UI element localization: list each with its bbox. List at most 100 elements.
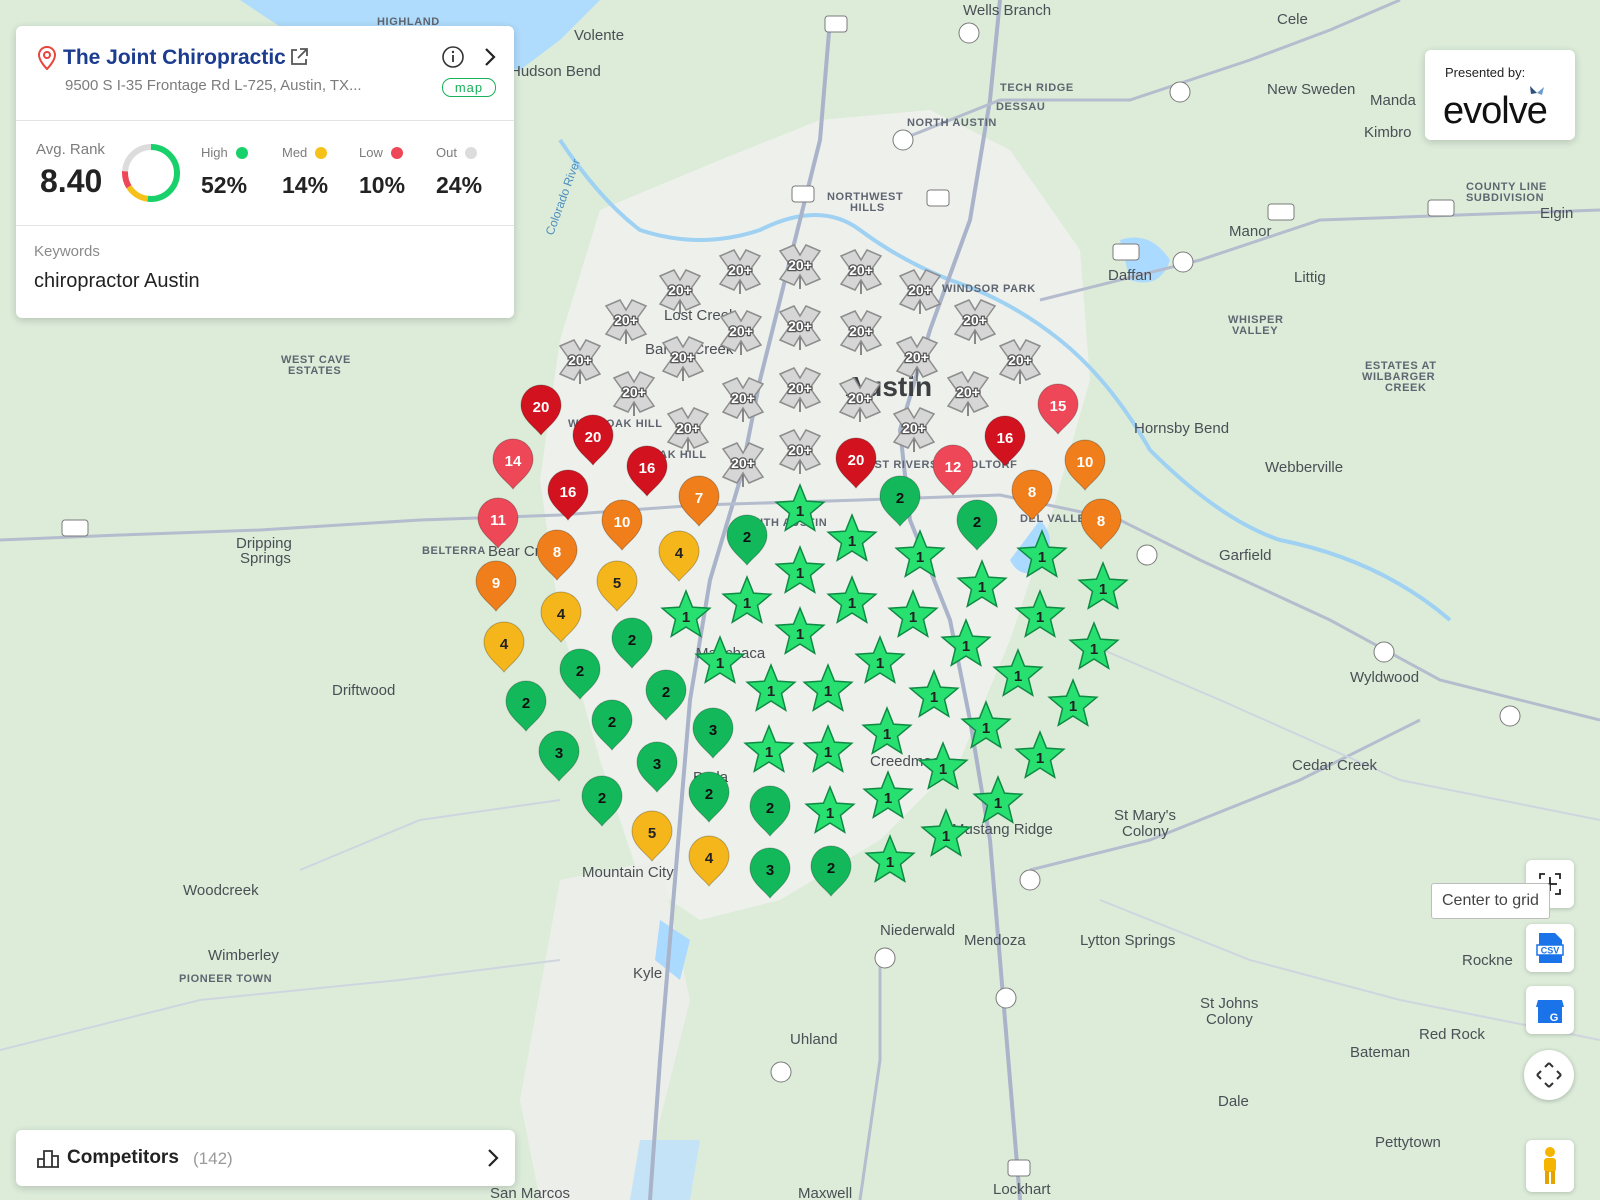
external-link-icon[interactable] xyxy=(288,46,310,68)
rank-pin-label: 1 xyxy=(909,609,917,626)
rank-pin-label: 1 xyxy=(883,726,891,743)
map-place-label: TECH RIDGE xyxy=(1000,82,1074,94)
stat-low-label: Low xyxy=(359,145,383,160)
stat-low-value: 10% xyxy=(359,172,406,198)
rank-pin-label: 2 xyxy=(662,684,670,701)
rank-pin-label: 1 xyxy=(682,609,690,626)
rank-pin-label: 2 xyxy=(827,860,835,877)
map-badge[interactable]: map xyxy=(442,78,496,97)
csv-export-button[interactable]: CSV xyxy=(1526,924,1574,972)
rank-stats: Avg. Rank 8.40 High 52% Med 14% Low 10% … xyxy=(16,121,514,226)
stat-med-label: Med xyxy=(282,145,308,160)
rank-pin-label: 1 xyxy=(826,805,834,822)
rank-pin-label: 1 xyxy=(716,655,724,672)
google-business-icon: G xyxy=(1536,1000,1564,1024)
podium-icon xyxy=(37,1150,59,1168)
map-place-label: Webberville xyxy=(1265,459,1343,476)
map-place-label: Volente xyxy=(574,27,624,44)
stat-med: Med 14% xyxy=(282,145,328,199)
map-place-label: Springs xyxy=(240,550,291,567)
rank-pin-label: 2 xyxy=(576,663,584,680)
rank-pin-label: 20+ xyxy=(849,262,873,278)
business-header: The Joint Chiropractic 9500 S I-35 Front… xyxy=(16,26,514,121)
rank-pin-label: 1 xyxy=(796,503,804,520)
map-place-label: Hudson Bend xyxy=(510,63,601,80)
rank-pin-label: 1 xyxy=(1069,698,1077,715)
chevron-right-icon[interactable] xyxy=(481,1146,505,1170)
rank-pin-label: 4 xyxy=(675,545,684,562)
map-place-label: Manda xyxy=(1370,92,1417,109)
chevron-right-icon[interactable] xyxy=(478,45,502,69)
rank-pin-label: 20+ xyxy=(671,349,695,365)
med-dot-icon xyxy=(315,146,328,159)
stat-out-label: Out xyxy=(436,145,457,160)
map-place-label: Driftwood xyxy=(332,682,395,699)
rank-pin-label: 5 xyxy=(648,825,656,842)
rank-pin-label: 1 xyxy=(1036,609,1044,626)
competitors-panel[interactable]: Competitors (142) xyxy=(16,1130,515,1186)
gbp-label: G xyxy=(1550,1012,1559,1024)
rank-pin-label: 1 xyxy=(1036,750,1044,767)
rank-pin-label: 2 xyxy=(628,632,636,649)
pan-arrows-icon xyxy=(1536,1062,1562,1088)
rank-pin-label: 20+ xyxy=(788,257,812,273)
map-place-label: Colony xyxy=(1206,1011,1253,1028)
rank-pin-label: 8 xyxy=(553,544,561,561)
rank-pin-label: 1 xyxy=(767,683,775,700)
map-place-label: ESTATES xyxy=(288,365,341,377)
rank-pin-label: 9 xyxy=(492,575,500,592)
rank-pin-label: 1 xyxy=(916,549,924,566)
google-business-button[interactable]: G xyxy=(1526,986,1574,1034)
map-place-label: Uhland xyxy=(790,1031,838,1048)
rank-pin-label: 4 xyxy=(557,606,566,623)
rank-pin-label: 20+ xyxy=(908,282,932,298)
map-place-label: Daffan xyxy=(1108,267,1152,284)
pan-control-button[interactable] xyxy=(1524,1050,1574,1100)
low-dot-icon xyxy=(390,146,403,159)
map-place-label: Manor xyxy=(1229,223,1272,240)
keywords-label: Keywords xyxy=(34,243,100,260)
map-place-label: Garfield xyxy=(1219,547,1272,564)
map-place-label: Kyle xyxy=(633,965,662,982)
info-icon[interactable] xyxy=(441,45,465,69)
business-name-link[interactable]: The Joint Chiropractic xyxy=(63,46,286,70)
map-place-label: Bateman xyxy=(1350,1044,1410,1061)
rank-pin-label: 1 xyxy=(930,689,938,706)
map-place-label: Wells Branch xyxy=(963,2,1051,19)
rank-pin-label: 1 xyxy=(942,828,950,845)
rank-pin-label: 8 xyxy=(1028,484,1036,501)
rank-pin-label: 1 xyxy=(886,854,894,871)
presented-by-label: Presented by: xyxy=(1445,65,1526,80)
map-place-label: Cedar Creek xyxy=(1292,757,1378,774)
rank-pin-label: 20+ xyxy=(902,420,926,436)
rank-pin-label: 2 xyxy=(766,800,774,817)
map-place-label: BELTERRA xyxy=(422,545,486,557)
rank-pin-label: 7 xyxy=(695,490,703,507)
rank-pin-label: 15 xyxy=(1050,398,1067,415)
stat-low: Low 10% xyxy=(359,145,405,199)
csv-label: CSV xyxy=(1541,946,1560,956)
rank-pin-label: 20+ xyxy=(729,323,753,339)
rank-pin-label: 1 xyxy=(824,744,832,761)
business-info-card: The Joint Chiropractic 9500 S I-35 Front… xyxy=(16,26,514,318)
rank-pin-label: 2 xyxy=(598,790,606,807)
rank-pin-label: 3 xyxy=(555,745,563,762)
rank-pin-label: 2 xyxy=(522,695,530,712)
map-place-label: CREEK xyxy=(1385,382,1427,394)
location-pin-icon xyxy=(37,46,57,70)
stat-high: High 52% xyxy=(201,145,248,199)
rank-pin-label: 20+ xyxy=(788,380,812,396)
street-view-pegman-button[interactable] xyxy=(1526,1140,1574,1192)
stat-med-value: 14% xyxy=(282,172,329,198)
keywords-section: Keywords chiropractor Austin xyxy=(16,226,514,318)
stat-out-value: 24% xyxy=(436,172,483,198)
map-place-label: Dale xyxy=(1218,1093,1249,1110)
rank-pin-label: 1 xyxy=(962,638,970,655)
rank-pin-label: 1 xyxy=(1014,668,1022,685)
map-place-label: Mountain City xyxy=(582,864,674,881)
rank-pin-label: 20+ xyxy=(614,312,638,328)
map-place-label: Red Rock xyxy=(1419,1026,1485,1043)
keyword-value[interactable]: chiropractor Austin xyxy=(34,270,200,293)
rank-pin-label: 20+ xyxy=(849,323,873,339)
competitors-label: Competitors xyxy=(67,1147,179,1168)
